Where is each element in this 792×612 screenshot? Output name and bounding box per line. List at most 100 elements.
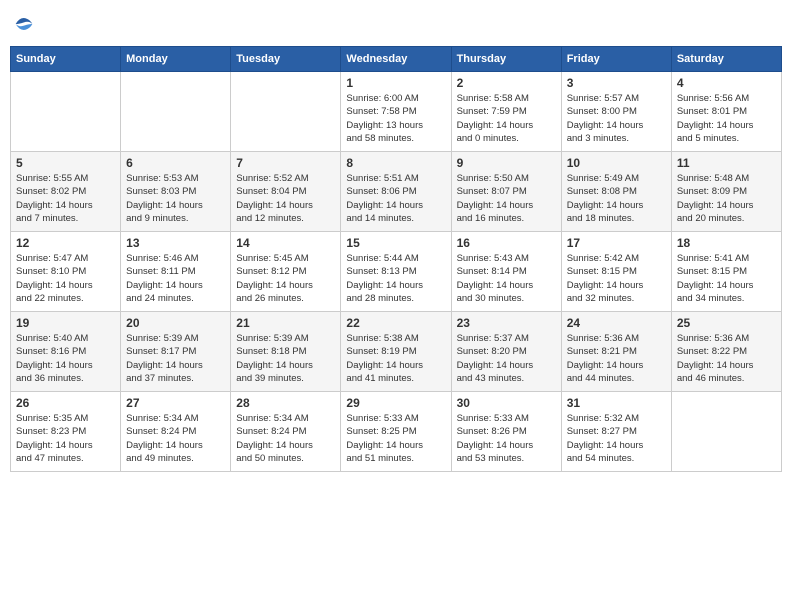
calendar-cell: 31 Sunrise: 5:32 AMSunset: 8:27 PMDayligh… — [561, 392, 671, 472]
calendar-week-1: 1 Sunrise: 6:00 AMSunset: 7:58 PMDaylight… — [11, 72, 782, 152]
cell-day-info: Sunrise: 5:55 AMSunset: 8:02 PMDaylight:… — [16, 172, 115, 225]
calendar-cell: 2 Sunrise: 5:58 AMSunset: 7:59 PMDaylight… — [451, 72, 561, 152]
calendar-cell: 27Sunrise: 5:34 AMSunset: 8:24 PMDayligh… — [121, 392, 231, 472]
calendar-cell: 1 Sunrise: 6:00 AMSunset: 7:58 PMDaylight… — [341, 72, 451, 152]
cell-day-info: Sunrise: 5:37 AMSunset: 8:20 PMDaylight:… — [457, 332, 556, 385]
cell-day-info: Sunrise: 5:36 AMSunset: 8:21 PMDaylight:… — [567, 332, 666, 385]
cell-day-info: Sunrise: 5:56 AMSunset: 8:01 PMDaylight:… — [677, 92, 776, 145]
cell-date-number: 7 — [236, 156, 335, 170]
cell-day-info: Sunrise: 5:50 AMSunset: 8:07 PMDaylight:… — [457, 172, 556, 225]
cell-day-info: Sunrise: 5:45 AMSunset: 8:12 PMDaylight:… — [236, 252, 335, 305]
cell-date-number: 23 — [457, 316, 556, 330]
calendar-cell: 28 Sunrise: 5:34 AMSunset: 8:24 PMDayligh… — [231, 392, 341, 472]
logo-icon — [14, 14, 34, 34]
calendar-cell: 17 Sunrise: 5:42 AMSunset: 8:15 PMDayligh… — [561, 232, 671, 312]
calendar-cell: 18 Sunrise: 5:41 AMSunset: 8:15 PMDayligh… — [671, 232, 781, 312]
calendar-cell: 3Sunrise: 5:57 AMSunset: 8:00 PMDaylight… — [561, 72, 671, 152]
cell-date-number: 15 — [346, 236, 445, 250]
cell-date-number: 8 — [346, 156, 445, 170]
calendar-cell — [231, 72, 341, 152]
cell-date-number: 30 — [457, 396, 556, 410]
cell-date-number: 11 — [677, 156, 776, 170]
cell-date-number: 5 — [16, 156, 115, 170]
cell-day-info: Sunrise: 5:49 AMSunset: 8:08 PMDaylight:… — [567, 172, 666, 225]
cell-day-info: Sunrise: 5:44 AMSunset: 8:13 PMDaylight:… — [346, 252, 445, 305]
calendar-cell: 16 Sunrise: 5:43 AMSunset: 8:14 PMDayligh… — [451, 232, 561, 312]
cell-date-number: 25 — [677, 316, 776, 330]
day-header-wednesday: Wednesday — [341, 47, 451, 72]
calendar-cell: 12Sunrise: 5:47 AMSunset: 8:10 PMDayligh… — [11, 232, 121, 312]
cell-date-number: 1 — [346, 76, 445, 90]
cell-day-info: Sunrise: 5:52 AMSunset: 8:04 PMDaylight:… — [236, 172, 335, 225]
cell-day-info: Sunrise: 5:39 AMSunset: 8:18 PMDaylight:… — [236, 332, 335, 385]
cell-day-info: Sunrise: 5:43 AMSunset: 8:14 PMDaylight:… — [457, 252, 556, 305]
calendar-cell: 11 Sunrise: 5:48 AMSunset: 8:09 PMDayligh… — [671, 152, 781, 232]
cell-day-info: Sunrise: 6:00 AMSunset: 7:58 PMDaylight:… — [346, 92, 445, 145]
calendar-cell: 26 Sunrise: 5:35 AMSunset: 8:23 PMDayligh… — [11, 392, 121, 472]
cell-date-number: 28 — [236, 396, 335, 410]
calendar-cell: 19Sunrise: 5:40 AMSunset: 8:16 PMDayligh… — [11, 312, 121, 392]
cell-day-info: Sunrise: 5:51 AMSunset: 8:06 PMDaylight:… — [346, 172, 445, 225]
cell-date-number: 17 — [567, 236, 666, 250]
cell-day-info: Sunrise: 5:42 AMSunset: 8:15 PMDaylight:… — [567, 252, 666, 305]
calendar-cell: 13 Sunrise: 5:46 AMSunset: 8:11 PMDayligh… — [121, 232, 231, 312]
cell-date-number: 13 — [126, 236, 225, 250]
calendar-cell: 20 Sunrise: 5:39 AMSunset: 8:17 PMDayligh… — [121, 312, 231, 392]
cell-date-number: 21 — [236, 316, 335, 330]
cell-day-info: Sunrise: 5:48 AMSunset: 8:09 PMDaylight:… — [677, 172, 776, 225]
calendar-cell — [11, 72, 121, 152]
cell-day-info: Sunrise: 5:34 AMSunset: 8:24 PMDaylight:… — [236, 412, 335, 465]
cell-day-info: Sunrise: 5:46 AMSunset: 8:11 PMDaylight:… — [126, 252, 225, 305]
calendar-cell: 24 Sunrise: 5:36 AMSunset: 8:21 PMDayligh… — [561, 312, 671, 392]
day-header-saturday: Saturday — [671, 47, 781, 72]
calendar-cell: 6 Sunrise: 5:53 AMSunset: 8:03 PMDaylight… — [121, 152, 231, 232]
calendar-week-3: 12Sunrise: 5:47 AMSunset: 8:10 PMDayligh… — [11, 232, 782, 312]
cell-date-number: 29 — [346, 396, 445, 410]
cell-day-info: Sunrise: 5:35 AMSunset: 8:23 PMDaylight:… — [16, 412, 115, 465]
calendar-cell: 23 Sunrise: 5:37 AMSunset: 8:20 PMDayligh… — [451, 312, 561, 392]
cell-date-number: 14 — [236, 236, 335, 250]
calendar-header: SundayMondayTuesdayWednesdayThursdayFrid… — [11, 47, 782, 72]
cell-date-number: 6 — [126, 156, 225, 170]
cell-day-info: Sunrise: 5:33 AMSunset: 8:26 PMDaylight:… — [457, 412, 556, 465]
cell-day-info: Sunrise: 5:39 AMSunset: 8:17 PMDaylight:… — [126, 332, 225, 385]
cell-day-info: Sunrise: 5:33 AMSunset: 8:25 PMDaylight:… — [346, 412, 445, 465]
cell-date-number: 24 — [567, 316, 666, 330]
day-header-sunday: Sunday — [11, 47, 121, 72]
calendar-cell: 22Sunrise: 5:38 AMSunset: 8:19 PMDayligh… — [341, 312, 451, 392]
cell-date-number: 16 — [457, 236, 556, 250]
calendar-cell: 14 Sunrise: 5:45 AMSunset: 8:12 PMDayligh… — [231, 232, 341, 312]
cell-date-number: 27 — [126, 396, 225, 410]
page-header — [10, 10, 782, 38]
cell-date-number: 22 — [346, 316, 445, 330]
cell-date-number: 31 — [567, 396, 666, 410]
cell-day-info: Sunrise: 5:41 AMSunset: 8:15 PMDaylight:… — [677, 252, 776, 305]
calendar-cell: 5 Sunrise: 5:55 AMSunset: 8:02 PMDaylight… — [11, 152, 121, 232]
calendar-cell: 10Sunrise: 5:49 AMSunset: 8:08 PMDayligh… — [561, 152, 671, 232]
calendar-cell: 7 Sunrise: 5:52 AMSunset: 8:04 PMDaylight… — [231, 152, 341, 232]
cell-date-number: 20 — [126, 316, 225, 330]
calendar-cell: 21 Sunrise: 5:39 AMSunset: 8:18 PMDayligh… — [231, 312, 341, 392]
calendar-cell: 4 Sunrise: 5:56 AMSunset: 8:01 PMDaylight… — [671, 72, 781, 152]
cell-day-info: Sunrise: 5:58 AMSunset: 7:59 PMDaylight:… — [457, 92, 556, 145]
cell-day-info: Sunrise: 5:47 AMSunset: 8:10 PMDaylight:… — [16, 252, 115, 305]
calendar-cell: 8 Sunrise: 5:51 AMSunset: 8:06 PMDaylight… — [341, 152, 451, 232]
cell-day-info: Sunrise: 5:57 AMSunset: 8:00 PMDaylight:… — [567, 92, 666, 145]
cell-date-number: 4 — [677, 76, 776, 90]
cell-day-info: Sunrise: 5:32 AMSunset: 8:27 PMDaylight:… — [567, 412, 666, 465]
calendar-table: SundayMondayTuesdayWednesdayThursdayFrid… — [10, 46, 782, 472]
cell-date-number: 2 — [457, 76, 556, 90]
cell-date-number: 19 — [16, 316, 115, 330]
calendar-cell: 30 Sunrise: 5:33 AMSunset: 8:26 PMDayligh… — [451, 392, 561, 472]
day-header-friday: Friday — [561, 47, 671, 72]
header-row: SundayMondayTuesdayWednesdayThursdayFrid… — [11, 47, 782, 72]
calendar-week-2: 5 Sunrise: 5:55 AMSunset: 8:02 PMDaylight… — [11, 152, 782, 232]
calendar-body: 1 Sunrise: 6:00 AMSunset: 7:58 PMDaylight… — [11, 72, 782, 472]
cell-date-number: 26 — [16, 396, 115, 410]
day-header-tuesday: Tuesday — [231, 47, 341, 72]
calendar-cell: 15 Sunrise: 5:44 AMSunset: 8:13 PMDayligh… — [341, 232, 451, 312]
calendar-week-5: 26 Sunrise: 5:35 AMSunset: 8:23 PMDayligh… — [11, 392, 782, 472]
cell-day-info: Sunrise: 5:36 AMSunset: 8:22 PMDaylight:… — [677, 332, 776, 385]
cell-day-info: Sunrise: 5:53 AMSunset: 8:03 PMDaylight:… — [126, 172, 225, 225]
cell-date-number: 18 — [677, 236, 776, 250]
